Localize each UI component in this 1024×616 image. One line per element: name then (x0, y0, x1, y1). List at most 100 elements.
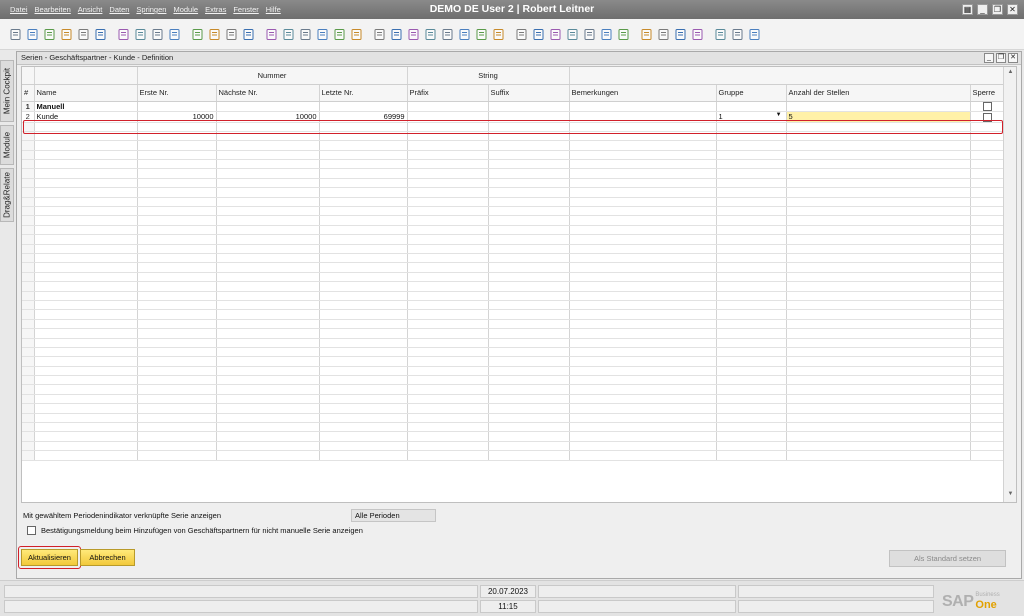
db-icon[interactable] (730, 27, 745, 42)
cancel-button[interactable]: Abbrechen (80, 549, 135, 566)
sort-icon[interactable] (332, 27, 347, 42)
confirm-checkbox[interactable] (27, 526, 36, 535)
menu-module[interactable]: Module (173, 5, 198, 14)
table-row-selected[interactable]: 2 Kunde 10000 10000 69999 1 ▼ 5 (22, 111, 1005, 123)
minimize-icon[interactable]: _ (984, 53, 994, 63)
export-icon[interactable] (76, 27, 91, 42)
hand-icon[interactable] (423, 27, 438, 42)
journal-icon[interactable] (406, 27, 421, 42)
cell-digits[interactable] (786, 101, 971, 112)
email-icon[interactable] (59, 27, 74, 42)
tab-drag-relate[interactable]: Drag&Relate (0, 168, 14, 222)
copy-icon[interactable] (224, 27, 239, 42)
menu-datei[interactable]: Datei (10, 5, 28, 14)
message-icon[interactable] (548, 27, 563, 42)
save-icon[interactable] (93, 27, 108, 42)
help-icon[interactable] (713, 27, 728, 42)
menu-extras[interactable]: Extras (205, 5, 226, 14)
cell-suffix[interactable] (488, 111, 570, 123)
cell-remarks[interactable] (569, 101, 717, 112)
org-icon[interactable] (656, 27, 671, 42)
update-button[interactable]: Aktualisieren (21, 549, 78, 566)
alert-icon[interactable] (599, 27, 614, 42)
cell-first-no[interactable] (137, 101, 217, 112)
vertical-scrollbar[interactable]: ▲ ▼ (1003, 67, 1016, 502)
close-icon[interactable]: ✕ (1008, 53, 1018, 63)
cell-digits-input[interactable]: 5 (786, 111, 971, 123)
chat-icon[interactable] (565, 27, 580, 42)
grid-icon[interactable]: ▦ (962, 4, 973, 15)
tab-mein-cockpit[interactable]: Mein Cockpit (0, 60, 14, 122)
cell-prefix[interactable] (407, 101, 489, 112)
set-default-button[interactable]: Als Standard setzen (889, 550, 1006, 567)
web-icon[interactable] (690, 27, 705, 42)
cell-next-no[interactable] (216, 101, 320, 112)
cell-name[interactable]: Kunde (34, 111, 138, 123)
col-header-name[interactable]: Name (34, 84, 138, 102)
cell-name[interactable]: Manuell (34, 101, 138, 112)
menu-ansicht[interactable]: Ansicht (78, 5, 103, 14)
scroll-down-icon[interactable]: ▼ (1006, 491, 1015, 500)
cell-last-no[interactable] (319, 101, 408, 112)
filter-icon[interactable] (315, 27, 330, 42)
col-header-suffix[interactable]: Suffix (488, 84, 570, 102)
pen-icon[interactable] (514, 27, 529, 42)
last-record-icon[interactable] (298, 27, 313, 42)
cell-group[interactable] (716, 101, 787, 112)
menu-bearbeiten[interactable]: Bearbeiten (35, 5, 71, 14)
print-icon[interactable] (25, 27, 40, 42)
cell-first-no[interactable]: 10000 (137, 111, 217, 123)
dropdown-arrow-icon[interactable]: ▼ (776, 112, 782, 118)
restore-icon[interactable]: ❐ (992, 4, 1003, 15)
restore-icon[interactable]: ❐ (996, 53, 1006, 63)
previous-record-icon[interactable] (264, 27, 279, 42)
col-header-digits[interactable]: Anzahl der Stellen (786, 84, 971, 102)
lock-icon[interactable] (167, 27, 182, 42)
cell-prefix[interactable] (407, 111, 489, 123)
cell-group-dropdown[interactable]: 1 ▼ (716, 111, 787, 123)
menu-fenster[interactable]: Fenster (233, 5, 258, 14)
user-icon[interactable] (639, 27, 654, 42)
first-record-icon[interactable] (241, 27, 256, 42)
base-doc-icon[interactable] (349, 27, 364, 42)
cell-suffix[interactable] (488, 101, 570, 112)
attach-icon[interactable] (474, 27, 489, 42)
col-header-number[interactable]: # (22, 84, 35, 102)
menu-springen[interactable]: Springen (136, 5, 166, 14)
menu-daten[interactable]: Daten (109, 5, 129, 14)
col-header-group[interactable]: Gruppe (716, 84, 787, 102)
duplicate-icon[interactable] (389, 27, 404, 42)
col-header-last-no[interactable]: Letzte Nr. (319, 84, 408, 102)
new-doc-icon[interactable] (8, 27, 23, 42)
pdf-icon[interactable] (150, 27, 165, 42)
edit-icon[interactable] (491, 27, 506, 42)
report-icon[interactable] (457, 27, 472, 42)
cell-remarks[interactable] (569, 111, 717, 123)
period-select[interactable]: Alle Perioden (351, 509, 436, 522)
tab-module[interactable]: Module (0, 125, 14, 165)
history-icon[interactable] (531, 27, 546, 42)
calendar-icon[interactable] (582, 27, 597, 42)
settings-icon[interactable] (616, 27, 631, 42)
col-header-locked[interactable]: Sperre (970, 84, 1005, 102)
cell-next-no[interactable]: 10000 (216, 111, 320, 123)
scroll-up-icon[interactable]: ▲ (1006, 69, 1015, 78)
col-header-prefix[interactable]: Präfix (407, 84, 489, 102)
next-record-icon[interactable] (281, 27, 296, 42)
preview-icon[interactable] (42, 27, 57, 42)
export-doc-icon[interactable] (673, 27, 688, 42)
locked-checkbox[interactable] (982, 112, 992, 122)
chart-icon[interactable] (440, 27, 455, 42)
col-header-remarks[interactable]: Bemerkungen (569, 84, 717, 102)
menu-hilfe[interactable]: Hilfe (266, 5, 281, 14)
form-icon[interactable] (747, 27, 762, 42)
excel-icon[interactable] (116, 27, 131, 42)
col-header-next-no[interactable]: Nächste Nr. (216, 84, 320, 102)
minimize-icon[interactable]: _ (977, 4, 988, 15)
word-icon[interactable] (133, 27, 148, 42)
col-header-first-no[interactable]: Erste Nr. (137, 84, 217, 102)
cell-last-no[interactable]: 69999 (319, 111, 408, 123)
find-icon[interactable] (207, 27, 222, 42)
close-icon[interactable]: ✕ (1007, 4, 1018, 15)
locked-checkbox[interactable] (982, 102, 992, 111)
